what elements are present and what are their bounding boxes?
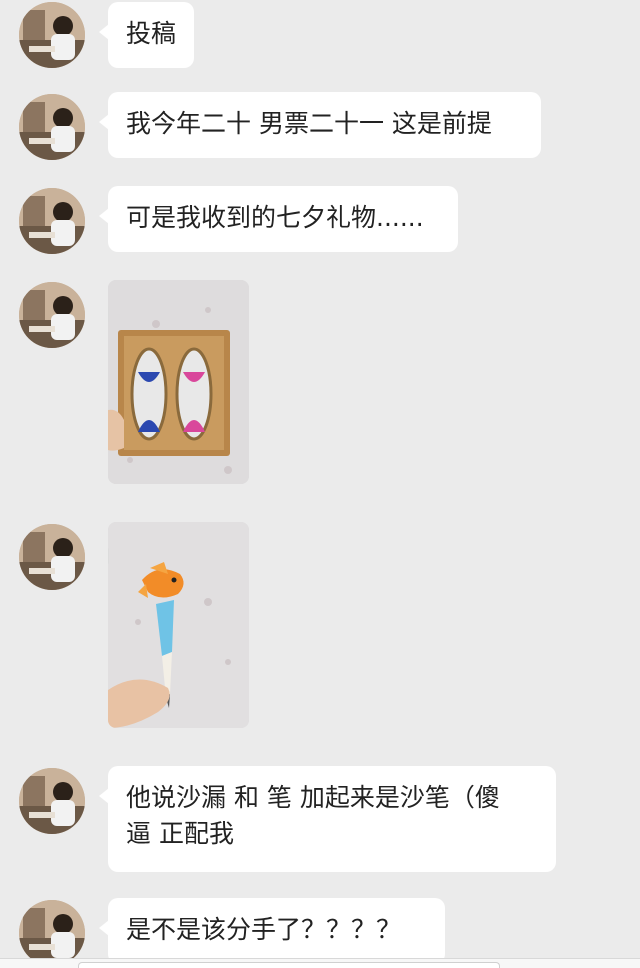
message-text: 可是我收到的七夕礼物......	[126, 203, 424, 232]
avatar[interactable]	[19, 524, 85, 590]
image-message[interactable]	[108, 280, 249, 484]
image-message[interactable]	[108, 522, 249, 728]
message-bubble[interactable]: 投稿	[98, 2, 195, 68]
avatar-photo-icon	[19, 94, 85, 160]
hourglass-photo-icon	[108, 280, 249, 484]
message-bubble[interactable]: 可是我收到的七夕礼物......	[99, 186, 458, 252]
avatar[interactable]	[19, 768, 85, 834]
message-bubble[interactable]: 他说沙漏 和 笔 加起来是沙笔（傻 逼 正配我	[99, 766, 556, 872]
avatar-photo-icon	[19, 282, 85, 348]
avatar-photo-icon	[19, 2, 85, 68]
avatar[interactable]	[19, 2, 85, 68]
message-bubble[interactable]: 是不是该分手了？？？？	[99, 898, 445, 964]
message-text-line: 逼 正配我	[126, 819, 234, 848]
message-text: 是不是该分手了？？？？	[126, 915, 402, 944]
chat-window: 投稿 我今年二十 男票二十一 这是前提 可是我收到的七夕礼物...... 他说沙…	[0, 0, 640, 968]
avatar-photo-icon	[19, 188, 85, 254]
message-text: 我今年二十 男票二十一 这是前提	[126, 109, 492, 138]
avatar[interactable]	[19, 94, 85, 160]
avatar[interactable]	[19, 188, 85, 254]
message-text: 投稿	[126, 19, 177, 48]
avatar-photo-icon	[19, 524, 85, 590]
message-text-line: 他说沙漏 和 笔 加起来是沙笔（傻	[126, 783, 500, 812]
avatar-photo-icon	[19, 768, 85, 834]
message-input[interactable]	[78, 962, 500, 968]
avatar[interactable]	[19, 900, 85, 966]
avatar[interactable]	[19, 282, 85, 348]
fish-pen-photo-icon	[108, 522, 249, 728]
avatar-photo-icon	[19, 900, 85, 966]
message-bubble[interactable]: 我今年二十 男票二十一 这是前提	[99, 92, 541, 158]
